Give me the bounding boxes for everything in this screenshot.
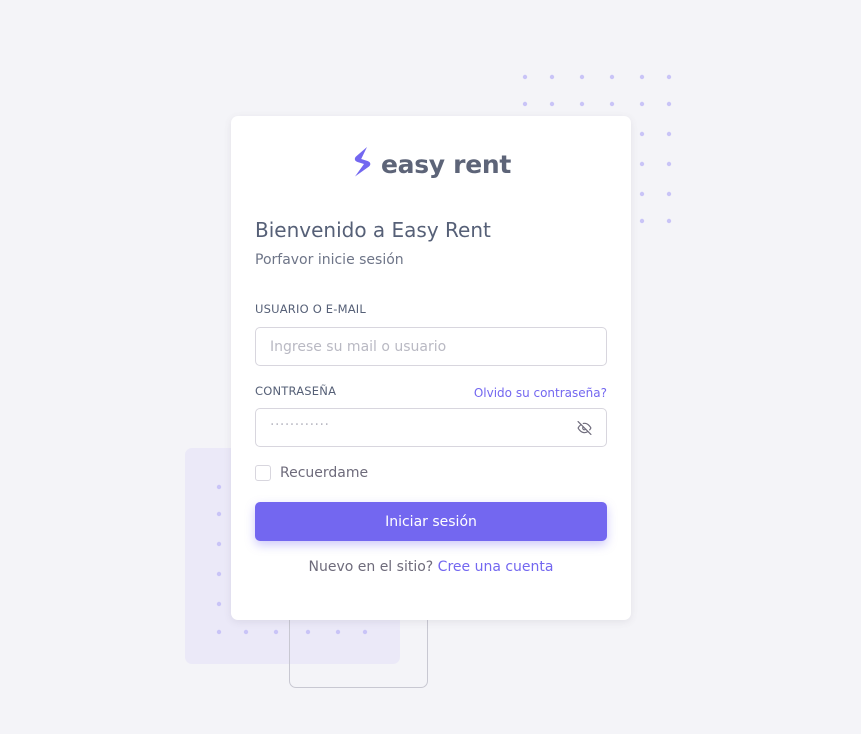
- signup-prompt: Nuevo en el sitio? Cree una cuenta: [231, 559, 631, 575]
- remember-me-option[interactable]: Recuerdame: [255, 465, 368, 481]
- eye-off-icon[interactable]: [577, 420, 592, 435]
- login-button[interactable]: Iniciar sesión: [255, 502, 607, 541]
- s-bolt-logo-icon: [351, 146, 373, 182]
- page-subtitle: Porfavor inicie sesión: [255, 252, 404, 268]
- user-field-label: USUARIO O E-MAIL: [255, 302, 367, 316]
- login-card: easy rent Bienvenido a Easy Rent Porfavo…: [231, 116, 631, 620]
- signup-prompt-text: Nuevo en el sitio?: [308, 559, 434, 575]
- password-masked-value: ············: [270, 416, 330, 433]
- user-email-input[interactable]: [255, 327, 607, 366]
- forgot-password-link[interactable]: Olvido su contraseña?: [474, 386, 607, 400]
- create-account-link[interactable]: Cree una cuenta: [438, 559, 554, 575]
- brand-name: easy rent: [380, 149, 512, 179]
- password-field-label: CONTRASEÑA: [255, 384, 337, 398]
- password-input[interactable]: ············: [255, 408, 607, 447]
- remember-me-checkbox[interactable]: [255, 465, 271, 481]
- page-title: Bienvenido a Easy Rent: [255, 218, 491, 242]
- remember-me-label: Recuerdame: [280, 465, 369, 481]
- brand-logo[interactable]: easy rent: [231, 146, 631, 182]
